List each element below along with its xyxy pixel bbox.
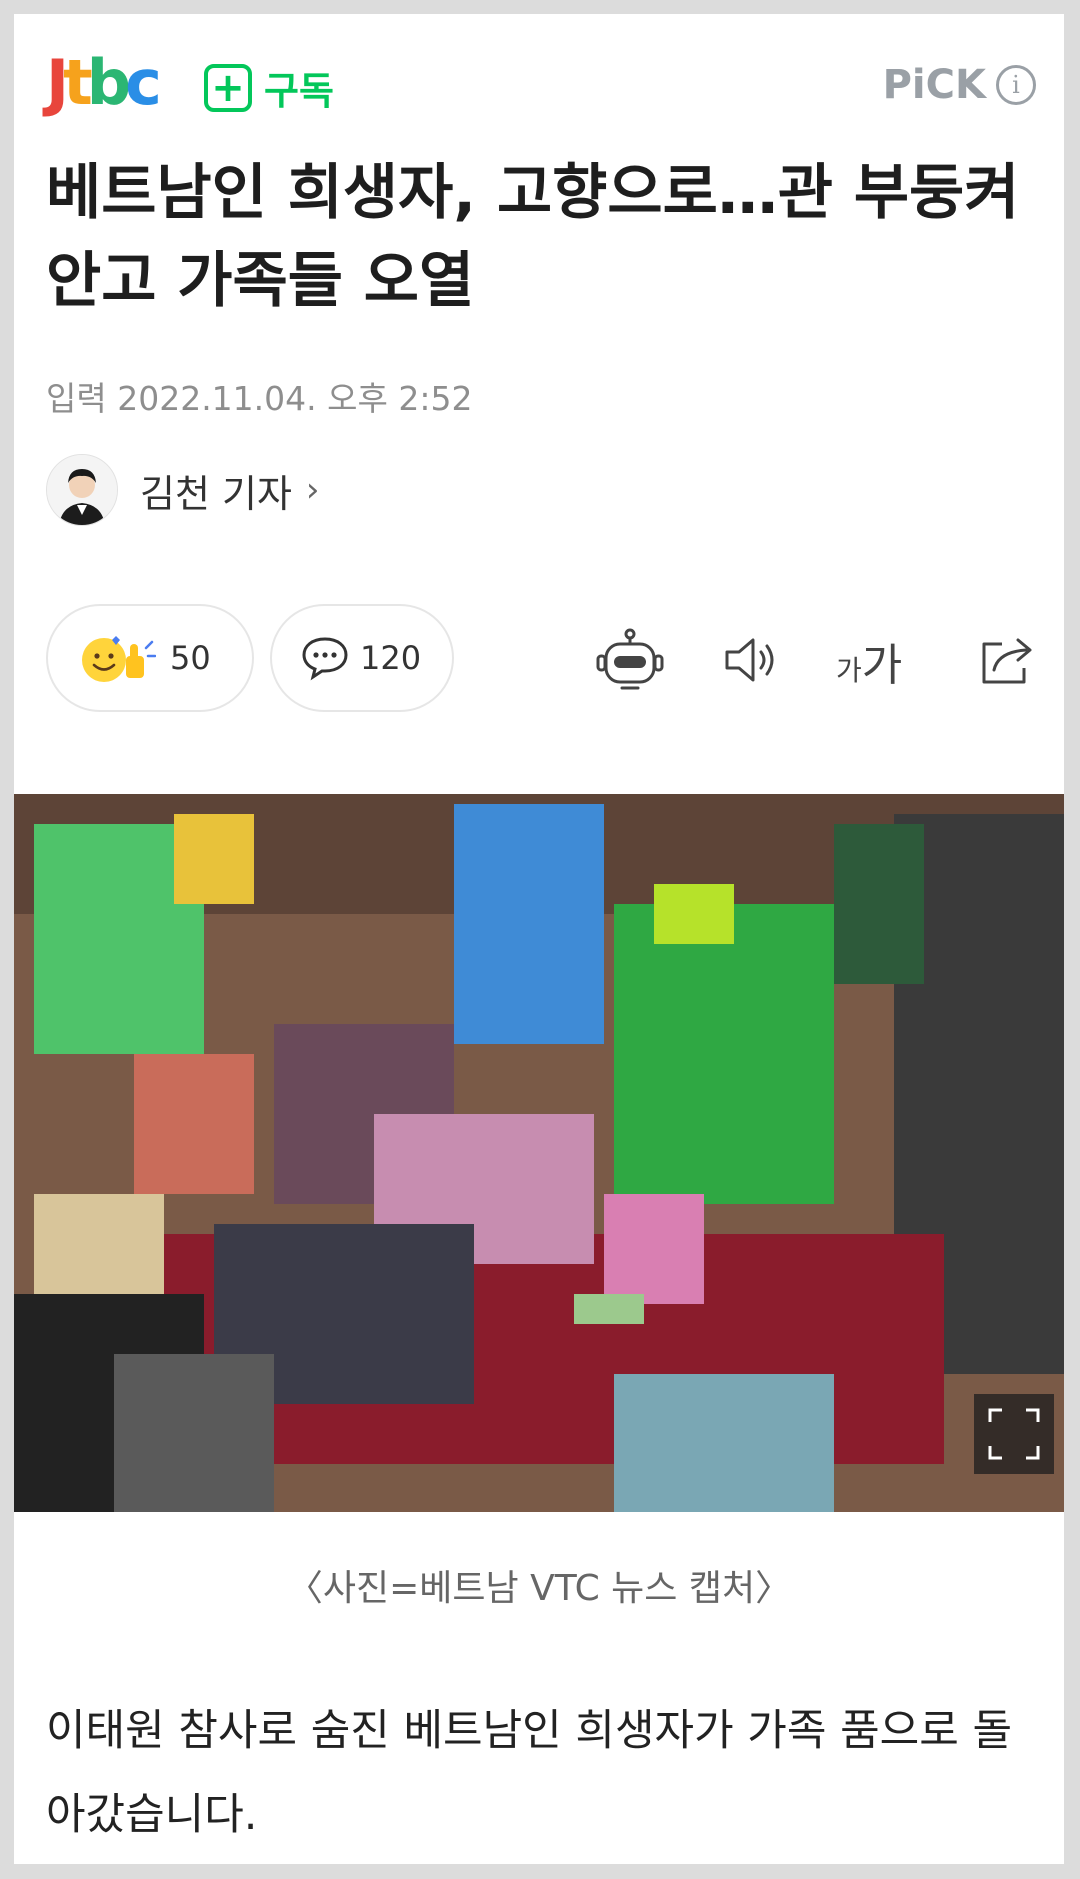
info-icon[interactable]: i [996,65,1036,105]
robot-summary-icon[interactable] [594,624,666,696]
smile-thumbs-up-icon [82,636,156,682]
subscribe-button[interactable]: + 구독 [204,60,334,115]
logo-letter-c: c [125,46,162,119]
subscribe-label: 구독 [264,69,334,113]
comment-button[interactable]: 120 [270,604,454,712]
expand-photo-icon[interactable] [974,1394,1054,1474]
comment-icon [302,637,348,681]
article-photo[interactable] [14,794,1064,1512]
logo-letter-j: J [46,46,69,119]
font-size-large: 가 [861,640,903,691]
reporter-name: 김천 기자 [140,471,292,516]
comment-count: 120 [360,639,422,677]
chevron-right-icon: › [305,470,320,510]
avatar [46,454,118,526]
mosaic-crowd-image [14,794,1064,1512]
photo-caption: 〈사진=베트남 VTC 뉴스 캡처〉 [286,1568,792,1609]
article-page: Jtbc + 구독 PiCK i 베트남인 희생자, 고향으로…관 부둥켜안고 … [14,14,1064,1864]
jtbc-logo[interactable]: Jtbc [46,52,162,114]
share-icon[interactable] [974,624,1046,696]
article-body: 이태원 참사로 숨진 베트남인 희생자가 가족 품으로 돌아갔습니다. [46,1706,1012,1840]
article-title: 베트남인 희생자, 고향으로…관 부둥켜안고 가족들 오열 [46,158,1020,316]
font-size-small: 가 [836,654,862,687]
logo-letter-b: b [86,46,131,119]
pick-label: PiCK [882,62,986,108]
publish-date: 입력 2022.11.04. 오후 2:52 [46,379,473,418]
reaction-count: 50 [170,639,211,677]
reporter-link[interactable]: 김천 기자 › [46,454,320,526]
plus-icon: + [204,63,252,112]
speaker-icon[interactable] [717,624,789,696]
pick-badge[interactable]: PiCK i [883,62,1036,108]
reaction-button[interactable]: 50 [46,604,254,712]
font-size-button[interactable]: 가가 [836,629,902,693]
logo-letter-t: t [63,46,93,119]
